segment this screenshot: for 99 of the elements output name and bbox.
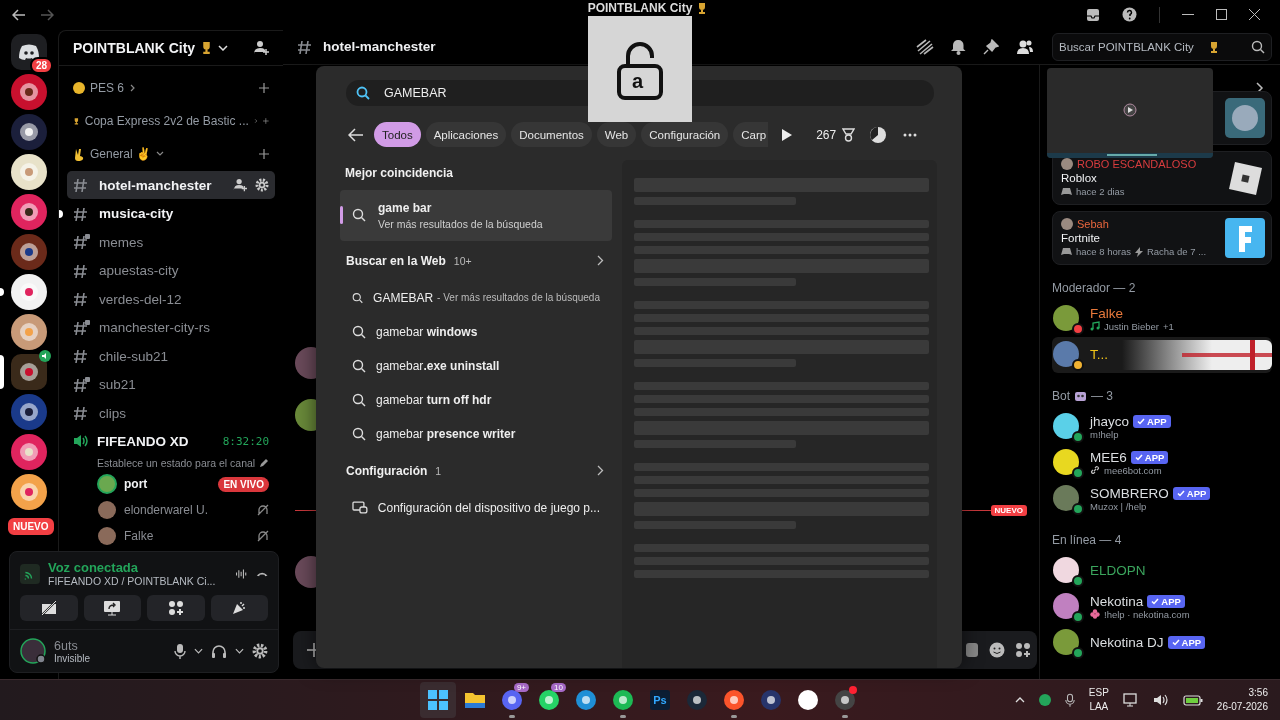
- group-heading: Bot: [1052, 388, 1070, 403]
- category-name[interactable]: Copa Express 2v2 de Bastic ...: [84, 114, 249, 129]
- section-heading[interactable]: Configuración: [346, 463, 428, 478]
- voice-timer: 8:32:20: [222, 434, 269, 448]
- filter-tab[interactable]: Configuración: [641, 122, 729, 148]
- channel-item[interactable]: clips: [67, 398, 275, 428]
- member-item[interactable]: Nekotina APP !help · nekotina.com: [1052, 588, 1272, 625]
- caps-lock-indicator: a: [588, 15, 692, 122]
- member-activity: Muzox | /help: [1090, 500, 1147, 512]
- channel-item[interactable]: manchester-city-rs: [67, 313, 275, 342]
- voice-channel-name[interactable]: FIFEANDO XD: [97, 433, 189, 449]
- window-title: POINTBLANK City: [587, 1, 693, 14]
- member-name[interactable]: Nekotina: [1090, 593, 1144, 609]
- web-result-item[interactable]: gamebar.exe uninstall: [340, 348, 612, 383]
- member-name[interactable]: Falke: [1090, 305, 1123, 321]
- user-status: Invisible: [54, 652, 91, 664]
- new-badge: NUEVO: [6, 515, 56, 537]
- channel-item[interactable]: hotel-manchester: [67, 170, 275, 200]
- category-name[interactable]: PES 6: [90, 81, 125, 96]
- member-activity: mee6bot.com: [1104, 464, 1162, 476]
- game-title: Fortnite: [1061, 232, 1101, 245]
- notification-badge: 10: [551, 683, 566, 692]
- web-result-item[interactable]: GAMEBAR - Ver más resultados de la búsqueda: [340, 280, 612, 315]
- member-name[interactable]: MEE6: [1090, 449, 1127, 465]
- channel-item[interactable]: musica-city: [67, 199, 275, 228]
- channel-item[interactable]: verdes-del-12: [67, 284, 275, 314]
- member-item[interactable]: MEE6 APP mee6bot.com: [1052, 444, 1272, 481]
- member-item[interactable]: jhayco APP m!help: [1052, 408, 1272, 445]
- language-indicator[interactable]: ESP LAA: [1088, 686, 1109, 714]
- member-item[interactable]: Falke Justin Bieber +1: [1052, 300, 1272, 337]
- username: 6uts: [54, 638, 79, 653]
- group-heading: Moderador — 2: [1052, 280, 1136, 295]
- channel-item[interactable]: chile-sub21: [67, 341, 275, 371]
- result-count: 10+: [453, 254, 472, 267]
- member-name[interactable]: Nekotina DJ: [1090, 635, 1164, 651]
- taskbar-app[interactable]: 10: [531, 682, 567, 718]
- app-label: APP: [1144, 451, 1165, 463]
- member-item[interactable]: Nekotina DJ APP: [1052, 624, 1272, 661]
- group-heading: En línea — 4: [1052, 532, 1122, 547]
- member-activity: m!help: [1090, 428, 1119, 440]
- activity-user[interactable]: Sebah: [1077, 218, 1109, 231]
- taskbar-app[interactable]: 9+: [494, 682, 530, 718]
- member-item[interactable]: ELDOPN: [1052, 552, 1272, 589]
- member-name[interactable]: ELDOPN: [1090, 563, 1146, 579]
- search-field[interactable]: Buscar POINTBLANK City: [1052, 32, 1272, 61]
- member-activity: Justin Bieber: [1104, 320, 1159, 332]
- clock[interactable]: 3:56 26-07-2026: [1216, 686, 1268, 714]
- channel-item[interactable]: memes: [67, 227, 275, 257]
- filter-tab[interactable]: Carp: [733, 122, 769, 148]
- voice-channel-path[interactable]: FIFEANDO XD / POINTBLANK Ci...: [47, 575, 216, 588]
- category-name[interactable]: General ✌: [90, 147, 152, 162]
- member-item[interactable]: T...: [1052, 336, 1272, 373]
- member-item[interactable]: SOMBRERO APP Muzox | /help: [1052, 480, 1272, 517]
- streak-label: Racha de 7 ...: [1146, 246, 1207, 258]
- channel-title: hotel-manchester: [323, 39, 436, 55]
- filter-tab[interactable]: Todos: [374, 122, 421, 148]
- voice-connected-label: Voz conectada: [47, 560, 140, 576]
- web-result-item[interactable]: gamebar presence writer: [340, 416, 612, 451]
- app-label: APP: [1186, 487, 1207, 499]
- section-heading[interactable]: Buscar en la Web: [346, 253, 446, 268]
- filter-tab[interactable]: Aplicaciones: [425, 122, 507, 148]
- web-result-item[interactable]: gamebar windows: [340, 314, 612, 349]
- voice-user-name: elonderwarel U.: [124, 503, 209, 518]
- voice-user-row[interactable]: elonderwarel U.: [67, 497, 275, 524]
- app-icon: Ps: [650, 690, 670, 710]
- search-input[interactable]: Buscar POINTBLANK City: [1059, 40, 1205, 53]
- server-name[interactable]: POINTBLANK City: [73, 39, 196, 56]
- filter-tab[interactable]: Web: [596, 122, 637, 148]
- rewards-points[interactable]: 267: [816, 127, 837, 142]
- voice-user-name: Falke: [124, 529, 154, 544]
- best-match-item[interactable]: game bar Ver más resultados de la búsqueda: [340, 189, 612, 241]
- taskbar-app[interactable]: Ps: [642, 682, 678, 718]
- app-label: APP: [1161, 595, 1181, 607]
- member-name[interactable]: SOMBRERO: [1090, 485, 1169, 501]
- channel-item[interactable]: apuestas-city: [67, 256, 275, 285]
- channel-status-prompt[interactable]: Establece un estado para el canal: [97, 457, 256, 470]
- group-count: — 3: [1091, 388, 1114, 403]
- web-result-item[interactable]: gamebar turn off hdr: [340, 382, 612, 417]
- new-messages-badge: NUEVO: [990, 504, 1027, 516]
- voice-user-row[interactable]: Falke: [67, 523, 275, 550]
- activity-user[interactable]: ROBO ESCANDALOSO: [1077, 158, 1197, 171]
- game-title: Roblox: [1061, 172, 1098, 185]
- channel-item[interactable]: sub21: [67, 370, 275, 399]
- voice-user-row[interactable]: port EN VIVO: [67, 471, 275, 498]
- activity-time: hace 8 horas: [1076, 246, 1131, 258]
- extra-count: +1: [1162, 320, 1174, 332]
- voice-user-name: port: [124, 477, 148, 492]
- filter-tab[interactable]: Documentos: [511, 122, 592, 148]
- app-label: APP: [1181, 637, 1202, 649]
- member-activity: !help · nekotina.com: [1104, 608, 1190, 620]
- member-name[interactable]: T...: [1090, 347, 1108, 363]
- app-label: APP: [1147, 415, 1167, 427]
- activity-time: hace 2 dias: [1076, 186, 1125, 198]
- result-count: 1: [435, 464, 442, 477]
- member-name[interactable]: jhayco: [1090, 413, 1130, 429]
- notification-badge: 9+: [513, 683, 529, 692]
- section-heading: Mejor coincidencia: [344, 164, 455, 182]
- settings-result-item[interactable]: Configuración del dispositivo de juego p...: [340, 490, 612, 525]
- live-badge: EN VIVO: [218, 476, 269, 492]
